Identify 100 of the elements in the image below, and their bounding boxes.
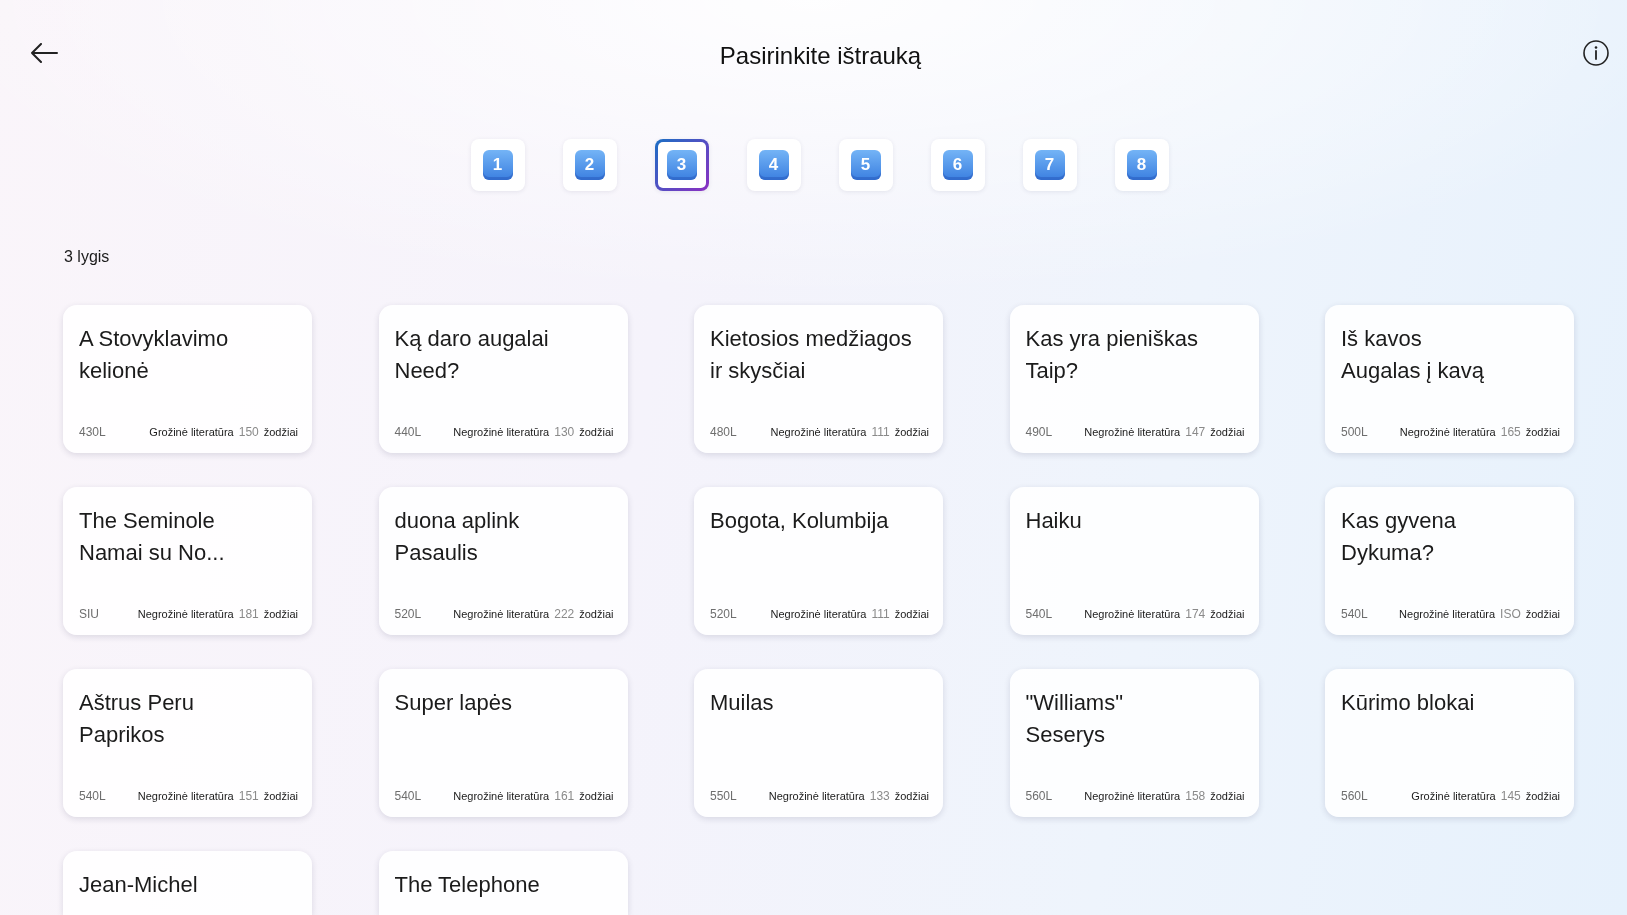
genre-label: Negrožinė literatūra [137,608,234,620]
passage-title: Kietosios medžiagos ir skysčiai [710,325,913,385]
passage-card[interactable]: Jean-Michel [63,851,312,915]
words-label: žodžiai [1210,608,1245,620]
genre-label: Negrožinė literatūra [137,790,234,802]
passage-card[interactable]: Aštrus Peru Paprikos 540L Negrožinė literatūra 151 žodžiai [63,669,312,817]
passage-title: Muilas [710,689,775,717]
passage-card[interactable]: Haiku 540L Negrožinė literatūra 174 žodžiai [1009,487,1259,635]
word-count: 133 [869,789,890,803]
word-count: 165 [1500,425,1521,439]
word-count: ISO [1500,607,1521,621]
reading-level: 560L [1025,789,1053,803]
info-icon [1583,40,1609,66]
reading-level: 540L [394,789,422,803]
word-count: 174 [1185,607,1206,621]
passage-title: duona aplink Pasaulis [394,507,521,567]
passage-card[interactable]: Kietosios medžiagos ir skysčiai 480L Negrožinė literatūra 111 žodžiai [694,305,943,453]
passage-title: Haiku [1025,507,1083,535]
word-count: 222 [554,607,575,621]
passage-card[interactable]: The Seminole Namai su No... SIU Negrožinė literatūra 181 žodžiai [63,487,312,635]
words-label: žodžiai [1525,790,1560,802]
passage-title: Kūrimo blokai [1341,689,1476,717]
passage-title: Bogota, Kolumbija [710,507,890,535]
reading-level: 520L [394,607,422,621]
passage-title: Aštrus Peru Paprikos [79,689,195,749]
passage-title: Kas yra pieniškas Taip? [1025,325,1199,385]
genre-label: Grožinė literatūra [1411,790,1496,802]
reading-level: 500L [1341,425,1368,439]
passage-card[interactable]: Super lapės 540L Negrožinė literatūra 161 žodžiai [378,669,628,817]
words-label: žodžiai [579,790,614,802]
words-label: žodžiai [263,608,298,620]
reading-level: 440L [394,425,422,439]
genre-label: Negrožinė literatūra [1084,608,1181,620]
genre-label: Negrožinė literatūra [770,608,867,620]
info-button[interactable] [1583,40,1609,66]
genre-label: Negrožinė literatūra [453,790,550,802]
words-label: žodžiai [1210,426,1245,438]
passage-card[interactable]: "Williams" Seserys 560L Negrožinė literatūra 158 žodžiai [1009,669,1259,817]
passage-card[interactable]: A Stovyklavimo kelionė 430L Grožinė literatūra 150 žodžiai [63,305,312,453]
reading-level: 540L [1341,607,1368,621]
words-label: žodžiai [894,790,929,802]
genre-label: Negrožinė literatūra [770,426,867,438]
words-label: žodžiai [894,608,929,620]
words-label: žodžiai [894,426,929,438]
word-count: 111 [871,607,890,621]
word-count: 158 [1185,789,1206,803]
back-button[interactable] [30,43,58,63]
genre-label: Negrožinė literatūra [453,608,550,620]
passage-title: A Stovyklavimo kelionė [79,325,230,385]
passage-card[interactable]: Ką daro augalai Need? 440L Negrožinė literatūra 130 žodžiai [378,305,628,453]
reading-level: 430L [79,425,106,439]
word-count: 181 [238,607,259,621]
passage-card[interactable]: Iš kavos Augalas į kavą 500L Negrožinė literatūra 165 žodžiai [1325,305,1574,453]
passage-card[interactable]: Kūrimo blokai 560L Grožinė literatūra 145 žodžiai [1325,669,1574,817]
genre-label: Negrožinė literatūra [1399,608,1496,620]
genre-label: Negrožinė literatūra [1084,790,1181,802]
word-count: 111 [871,425,890,439]
words-label: žodžiai [1525,426,1560,438]
genre-label: Grožinė literatūra [149,426,234,438]
genre-label: Negrožinė literatūra [1399,426,1496,438]
passage-title: Ką daro augalai Need? [394,325,550,385]
passage-title: The Telephone [394,871,541,899]
reading-level: 560L [1341,789,1368,803]
words-label: žodžiai [1210,790,1245,802]
word-count: 151 [238,789,259,803]
words-label: žodžiai [579,426,614,438]
passage-title: The Seminole Namai su No... [79,507,226,567]
word-count: 147 [1185,425,1206,439]
passage-card[interactable]: Muilas 550L Negrožinė literatūra 133 žodžiai [694,669,943,817]
words-label: žodžiai [263,790,298,802]
passage-title: "Williams" Seserys [1025,689,1124,749]
genre-label: Negrožinė literatūra [768,790,865,802]
passage-title: Jean-Michel [79,871,199,899]
word-count: 130 [554,425,575,439]
genre-label: Negrožinė literatūra [1084,426,1181,438]
arrow-left-icon [30,43,58,63]
page-title: Pasirinkite ištrauką [718,42,923,70]
word-count: 150 [238,425,259,439]
words-label: žodžiai [263,426,298,438]
passage-card[interactable]: Kas gyvena Dykuma? 540L Negrožinė literatūra ISO žodžiai [1325,487,1574,635]
genre-label: Negrožinė literatūra [453,426,550,438]
passage-card[interactable]: Kas yra pieniškas Taip? 490L Negrožinė literatūra 147 žodžiai [1009,305,1259,453]
passage-title: Super lapės [394,689,513,717]
reading-level: 480L [710,425,737,439]
passage-title: Iš kavos Augalas į kavą [1341,325,1486,385]
reading-level: 490L [1025,425,1053,439]
passage-card[interactable]: duona aplink Pasaulis 520L Negrožinė literatūra 222 žodžiai [378,487,628,635]
reading-level: 540L [79,789,106,803]
word-count: 161 [554,789,575,803]
reading-level: 550L [710,789,737,803]
reading-level: 540L [1025,607,1053,621]
passage-title: Kas gyvena Dykuma? [1341,507,1457,567]
reading-level: SIU [79,607,99,621]
words-label: žodžiai [579,608,614,620]
passage-card[interactable]: Bogota, Kolumbija 520L Negrožinė literatūra 111 žodžiai [694,487,943,635]
words-label: žodžiai [1525,608,1560,620]
level-heading: 3 lygis [64,247,111,267]
word-count: 145 [1500,789,1521,803]
passage-card[interactable]: The Telephone [378,851,628,915]
reading-level: 520L [710,607,737,621]
